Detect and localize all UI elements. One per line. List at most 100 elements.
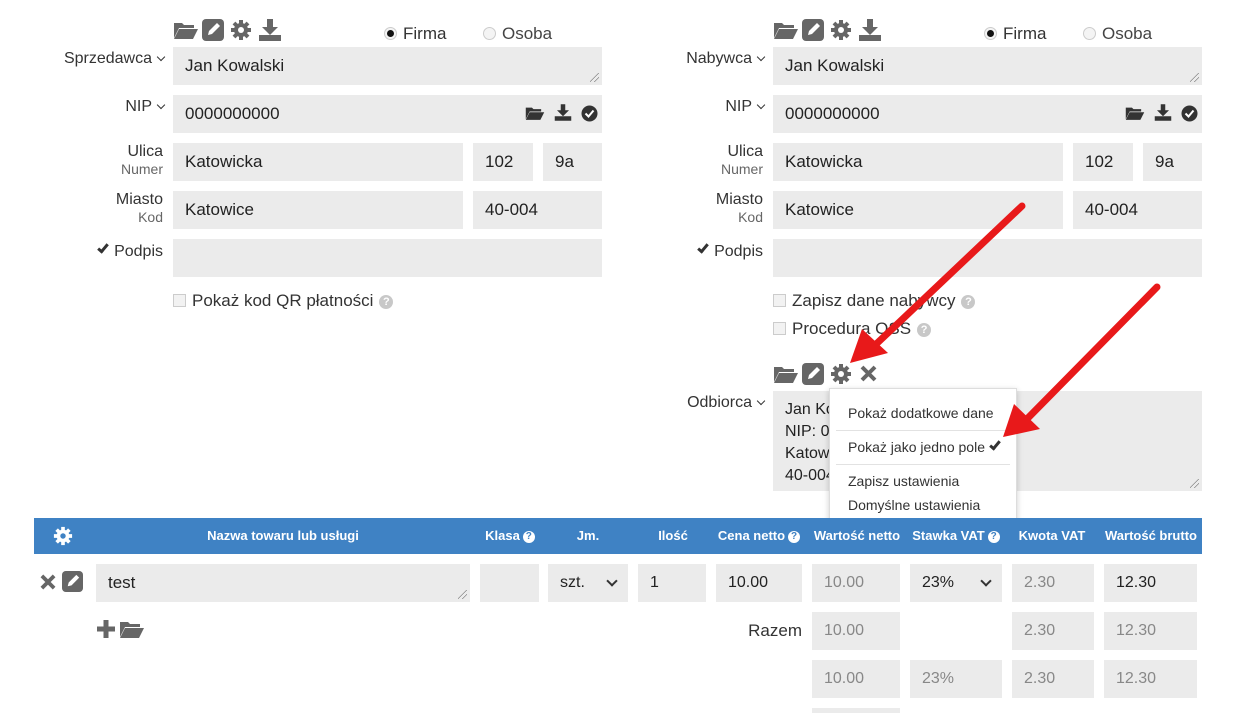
item-name-value: test xyxy=(108,573,136,592)
header-net-price-text: Cena netto xyxy=(717,528,786,543)
vat-summary-rate: 23% xyxy=(910,660,1002,698)
buyer-radio-company[interactable]: Firma xyxy=(984,24,1046,44)
menu-item-default-settings[interactable]: Domyślne ustawienia xyxy=(848,497,980,513)
header-net-value: Wartość netto xyxy=(813,528,901,543)
chevron-down-icon xyxy=(980,575,992,587)
gear-icon[interactable] xyxy=(830,19,852,41)
seller-street-field[interactable]: Katowicka xyxy=(173,143,463,181)
help-icon[interactable]: ? xyxy=(522,531,535,543)
buyer-nip-label-text: NIP xyxy=(725,98,752,115)
item-gross-value-field[interactable]: 12.30 xyxy=(1104,564,1197,602)
buyer-name-value: Jan Kowalski xyxy=(785,56,885,75)
folder-open-icon[interactable] xyxy=(173,20,199,40)
seller-street-label: Ulica Numer xyxy=(121,143,163,177)
folder-open-icon[interactable] xyxy=(525,105,545,121)
download-icon[interactable] xyxy=(858,19,882,41)
gear-icon[interactable] xyxy=(830,363,852,385)
resize-grip-icon[interactable] xyxy=(1190,479,1199,488)
item-class-field[interactable] xyxy=(480,564,539,602)
seller-label[interactable]: Sprzedawca xyxy=(64,50,166,68)
vat-summary-gross-value-text: 12.30 xyxy=(1116,670,1157,687)
help-icon[interactable]: ? xyxy=(961,295,976,309)
resize-grip-icon[interactable] xyxy=(590,73,599,82)
seller-postal-code-value: 40-004 xyxy=(485,200,538,219)
buyer-nip-label[interactable]: NIP xyxy=(725,98,766,116)
edit-icon[interactable] xyxy=(62,571,83,592)
recipient-label[interactable]: Odbiorca xyxy=(687,394,766,412)
buyer-city-label: Miasto Kod xyxy=(716,191,763,225)
seller-postal-code-field[interactable]: 40-004 xyxy=(473,191,602,229)
buyer-label[interactable]: Nabywca xyxy=(686,50,766,68)
seller-signature-label: Podpis xyxy=(114,243,163,260)
buyer-oss-checkbox[interactable]: Procedura OSS? xyxy=(773,319,932,339)
item-name-field[interactable]: test xyxy=(96,564,470,602)
help-icon[interactable]: ? xyxy=(788,531,801,543)
item-vat-amount-value: 2.30 xyxy=(1024,574,1056,591)
annotation-arrow-gear xyxy=(850,202,1026,363)
chevron-down-icon xyxy=(756,396,766,406)
seller-radio-person[interactable]: Osoba xyxy=(483,24,552,44)
buyer-postal-code-field[interactable]: 40-004 xyxy=(1073,191,1202,229)
folder-open-icon[interactable] xyxy=(119,619,145,639)
seller-radio-company-label: Firma xyxy=(403,24,447,43)
resize-grip-icon[interactable] xyxy=(1190,73,1199,82)
buyer-number-value: 102 xyxy=(1085,152,1114,171)
buyer-signature-checkbox[interactable]: Podpis xyxy=(697,241,763,261)
edit-icon[interactable] xyxy=(802,363,824,385)
seller-qr-checkbox[interactable]: Pokaż kod QR płatności? xyxy=(173,291,394,311)
buyer-street-field[interactable]: Katowicka xyxy=(773,143,1063,181)
help-icon[interactable]: ? xyxy=(987,531,1000,543)
checkbox-box[interactable] xyxy=(773,322,786,335)
folder-open-icon[interactable] xyxy=(1125,105,1145,121)
header-class: Klasa? xyxy=(480,518,540,554)
help-icon[interactable]: ? xyxy=(379,295,394,309)
seller-signature-field[interactable] xyxy=(173,239,602,277)
close-icon[interactable] xyxy=(40,574,56,590)
download-icon[interactable] xyxy=(554,104,572,121)
seller-city-label-text: Miasto xyxy=(115,191,163,208)
edit-icon[interactable] xyxy=(802,19,824,41)
total-net-value-text: 10.00 xyxy=(824,622,865,639)
buyer-number-field[interactable]: 102 xyxy=(1073,143,1133,181)
checkmark-icon xyxy=(97,241,109,254)
buyer-save-checkbox[interactable]: Zapisz dane nabywcy? xyxy=(773,291,976,311)
item-net-price-field[interactable]: 10.00 xyxy=(716,564,802,602)
download-icon[interactable] xyxy=(1154,104,1172,121)
buyer-name-field[interactable]: Jan Kowalski xyxy=(773,47,1202,85)
buyer-street-label: Ulica Numer xyxy=(721,143,763,177)
menu-item-show-single-field[interactable]: Pokaż jako jedno pole xyxy=(848,438,1001,455)
seller-city-field[interactable]: Katowice xyxy=(173,191,463,229)
folder-open-icon[interactable] xyxy=(773,20,799,40)
folder-open-icon[interactable] xyxy=(773,364,799,384)
download-icon[interactable] xyxy=(258,19,282,41)
buyer-flat-field[interactable]: 9a xyxy=(1143,143,1202,181)
seller-number-field[interactable]: 102 xyxy=(473,143,533,181)
seller-nip-label[interactable]: NIP xyxy=(125,98,166,116)
seller-signature-checkbox[interactable]: Podpis xyxy=(97,241,163,261)
item-vat-rate-select[interactable]: 23% xyxy=(910,564,1002,602)
edit-icon[interactable] xyxy=(202,19,224,41)
seller-radio-person-label: Osoba xyxy=(502,24,553,43)
buyer-city-field[interactable]: Katowice xyxy=(773,191,1063,229)
vat-summary-gross-value: 12.30 xyxy=(1104,660,1197,698)
check-circle-icon[interactable] xyxy=(1181,105,1198,122)
seller-name-field[interactable]: Jan Kowalski xyxy=(173,47,602,85)
gear-icon[interactable] xyxy=(53,526,73,546)
seller-qr-label: Pokaż kod QR płatności xyxy=(192,291,374,310)
buyer-radio-person[interactable]: Osoba xyxy=(1083,24,1152,44)
help-icon[interactable]: ? xyxy=(917,323,932,337)
item-unit-select[interactable]: szt. xyxy=(548,564,628,602)
resize-grip-icon[interactable] xyxy=(458,590,467,599)
plus-icon[interactable] xyxy=(96,619,116,639)
menu-item-save-settings[interactable]: Zapisz ustawienia xyxy=(848,473,959,489)
close-icon[interactable] xyxy=(860,365,877,382)
menu-item-show-extra-data[interactable]: Pokaż dodatkowe dane xyxy=(848,405,994,421)
buyer-signature-field[interactable] xyxy=(773,239,1202,277)
gear-icon[interactable] xyxy=(230,19,252,41)
item-qty-field[interactable]: 1 xyxy=(638,564,706,602)
seller-radio-company[interactable]: Firma xyxy=(384,24,446,44)
checkbox-box[interactable] xyxy=(773,294,786,307)
seller-flat-field[interactable]: 9a xyxy=(543,143,602,181)
checkbox-box[interactable] xyxy=(173,294,186,307)
check-circle-icon[interactable] xyxy=(581,105,598,122)
